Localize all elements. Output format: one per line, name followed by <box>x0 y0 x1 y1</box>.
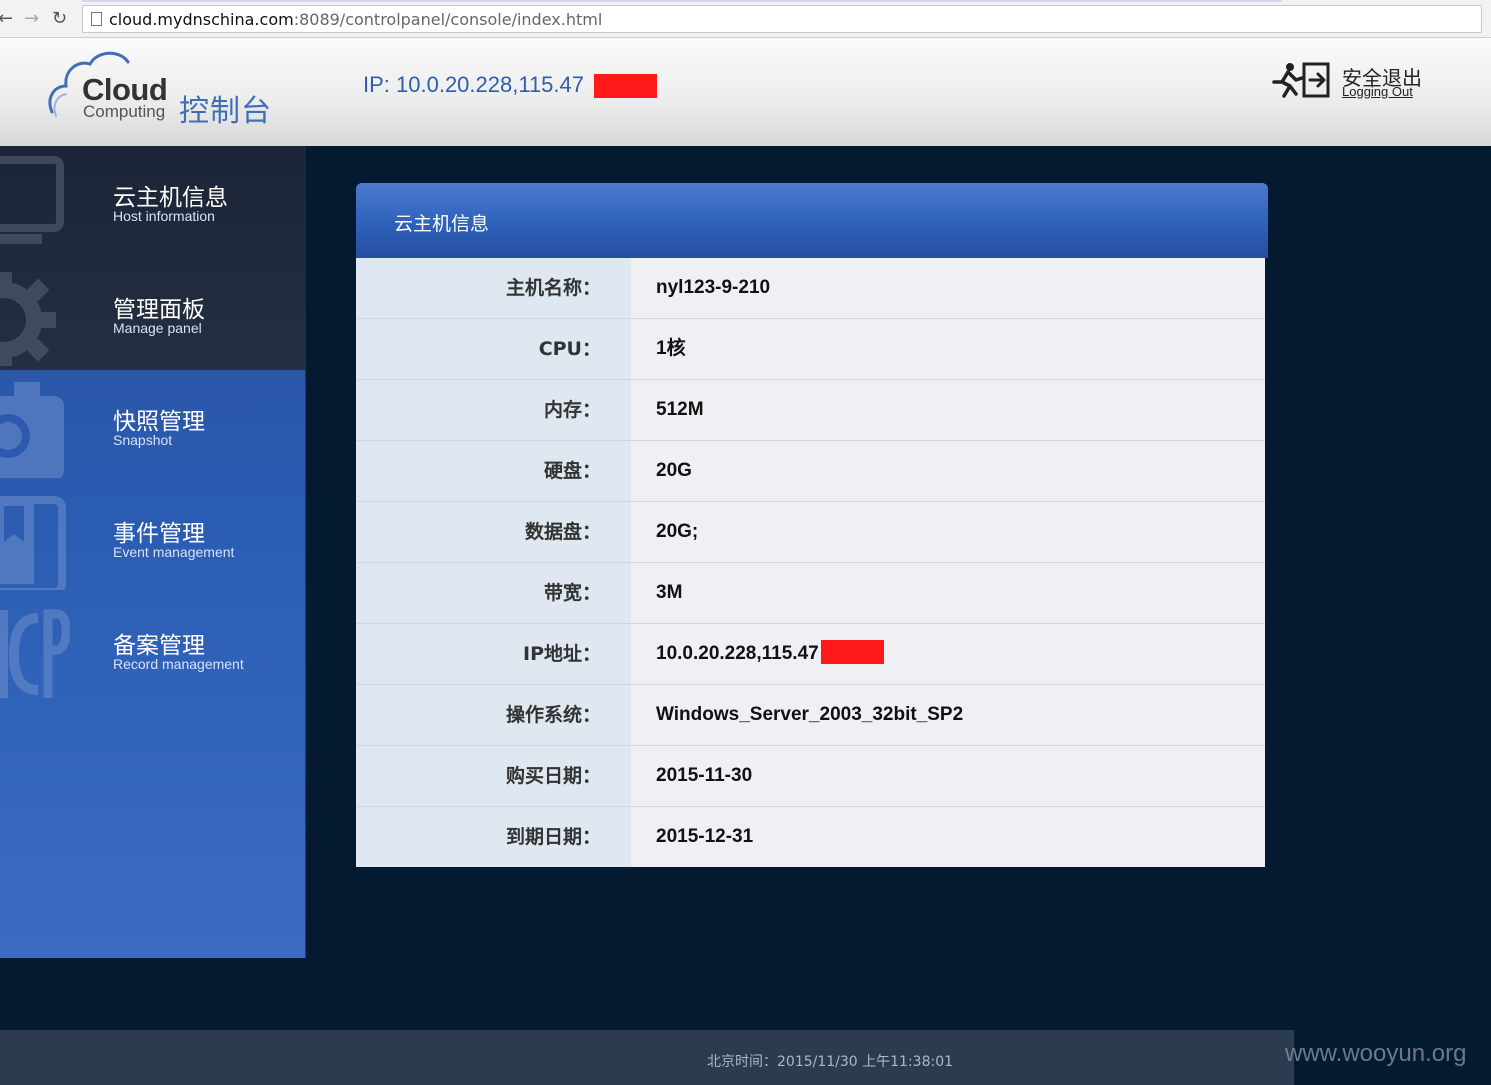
row-value: 512M <box>631 380 1265 440</box>
table-row: 硬盘： 20G <box>356 441 1265 502</box>
row-label: 数据盘： <box>356 502 631 562</box>
sidebar-item-label: 备案管理 <box>113 633 205 659</box>
table-row: 购买日期： 2015-11-30 <box>356 746 1265 807</box>
icp-icon <box>0 609 70 698</box>
row-value: 3M <box>631 563 1265 623</box>
row-label: 操作系统： <box>356 685 631 745</box>
sidebar-item-sublabel: Event management <box>113 544 235 560</box>
row-label: 购买日期： <box>356 746 631 806</box>
row-value: 2015-11-30 <box>631 746 1265 806</box>
ip-redaction <box>820 639 884 664</box>
table-row: 操作系统： Windows_Server_2003_32bit_SP2 <box>356 685 1265 746</box>
table-row: CPU： 1核 <box>356 319 1265 380</box>
sidebar-item-sublabel: Manage panel <box>113 320 202 336</box>
browser-toolbar: ← → ↻ cloud.mydnschina.com:8089/controlp… <box>0 0 1491 38</box>
logout-label-en: Logging Out <box>1342 84 1413 99</box>
panel-title: 云主机信息 <box>394 213 490 235</box>
forward-arrow-icon[interactable]: → <box>24 8 39 30</box>
row-label: 主机名称： <box>356 258 631 318</box>
sidebar: 云主机信息 Host information 管理面板 Manage panel… <box>0 146 306 958</box>
row-label: IP地址： <box>356 624 631 684</box>
sidebar-item-record-management[interactable]: 备案管理 Record management <box>0 594 306 706</box>
row-value: 20G; <box>631 502 1265 562</box>
sidebar-item-host-information[interactable]: 云主机信息 Host information <box>0 146 306 258</box>
header-ip-redaction <box>594 74 657 98</box>
logo: Cloud Computing 控制台 <box>46 46 286 129</box>
row-value: Windows_Server_2003_32bit_SP2 <box>631 685 1265 745</box>
header-ip: IP: 10.0.20.228,115.47 <box>363 72 584 97</box>
host-info-panel: 云主机信息 主机名称： nyl123-9-210 CPU： 1核 内存： 512… <box>356 183 1268 868</box>
row-label: 到期日期： <box>356 807 631 867</box>
sidebar-item-label: 云主机信息 <box>113 185 228 211</box>
footer-beijing-time: 北京时间：2015/11/30 上午11:38:01 <box>707 1054 954 1070</box>
address-bar[interactable]: cloud.mydnschina.com:8089/controlpanel/c… <box>82 5 1482 33</box>
page-icon <box>91 12 102 26</box>
tab-strip <box>82 0 1282 2</box>
book-icon <box>0 496 66 590</box>
logout-button[interactable]: 安全退出 Logging Out <box>1268 60 1438 106</box>
row-label: 硬盘： <box>356 441 631 501</box>
table-row: 主机名称： nyl123-9-210 <box>356 258 1265 319</box>
row-value-ip: 10.0.20.228,115.47 <box>631 624 1265 684</box>
page-header: Cloud Computing 控制台 IP: 10.0.20.228,115.… <box>0 38 1491 146</box>
row-value: 2015-12-31 <box>631 807 1265 867</box>
panel-header: 云主机信息 <box>356 183 1268 258</box>
table-row: IP地址： 10.0.20.228,115.47 <box>356 624 1265 685</box>
camera-icon <box>0 382 64 478</box>
url-host: cloud.mydnschina.com <box>109 10 294 29</box>
reload-icon[interactable]: ↻ <box>52 8 67 30</box>
sidebar-item-manage-panel[interactable]: 管理面板 Manage panel <box>0 258 306 370</box>
ip-value-text: 10.0.20.228,115.47 <box>656 643 819 664</box>
row-value: 20G <box>631 441 1265 501</box>
sidebar-item-sublabel: Snapshot <box>113 432 173 448</box>
sidebar-item-event-management[interactable]: 事件管理 Event management <box>0 482 306 594</box>
watermark: www.wooyun.org <box>1285 1040 1467 1067</box>
exit-icon <box>1272 62 1330 98</box>
sidebar-item-snapshot[interactable]: 快照管理 Snapshot <box>0 370 306 482</box>
table-row: 内存： 512M <box>356 380 1265 441</box>
url-path: :8089/controlpanel/console/index.html <box>293 10 603 29</box>
table-row: 到期日期： 2015-12-31 <box>356 807 1265 867</box>
back-arrow-icon[interactable]: ← <box>0 8 13 30</box>
sidebar-item-sublabel: Host information <box>113 208 215 224</box>
url-text[interactable]: cloud.mydnschina.com:8089/controlpanel/c… <box>109 10 602 29</box>
sidebar-item-sublabel: Record management <box>113 656 244 672</box>
gear-icon <box>0 272 56 366</box>
host-info-table: 主机名称： nyl123-9-210 CPU： 1核 内存： 512M 硬盘： … <box>356 258 1265 867</box>
sidebar-item-label: 快照管理 <box>113 409 205 435</box>
row-label: 内存： <box>356 380 631 440</box>
row-label: CPU： <box>356 319 631 379</box>
monitor-icon <box>0 156 64 244</box>
row-label: 带宽： <box>356 563 631 623</box>
row-value: 1核 <box>631 319 1265 379</box>
footer: 北京时间：2015/11/30 上午11:38:01 <box>0 1030 1294 1085</box>
row-value: nyl123-9-210 <box>631 258 1265 318</box>
logo-console-text: 控制台 <box>179 94 272 129</box>
logo-computing-text: Computing <box>83 102 166 121</box>
sidebar-item-label: 管理面板 <box>113 297 205 323</box>
sidebar-item-label: 事件管理 <box>113 521 205 547</box>
table-row: 数据盘： 20G; <box>356 502 1265 563</box>
table-row: 带宽： 3M <box>356 563 1265 624</box>
